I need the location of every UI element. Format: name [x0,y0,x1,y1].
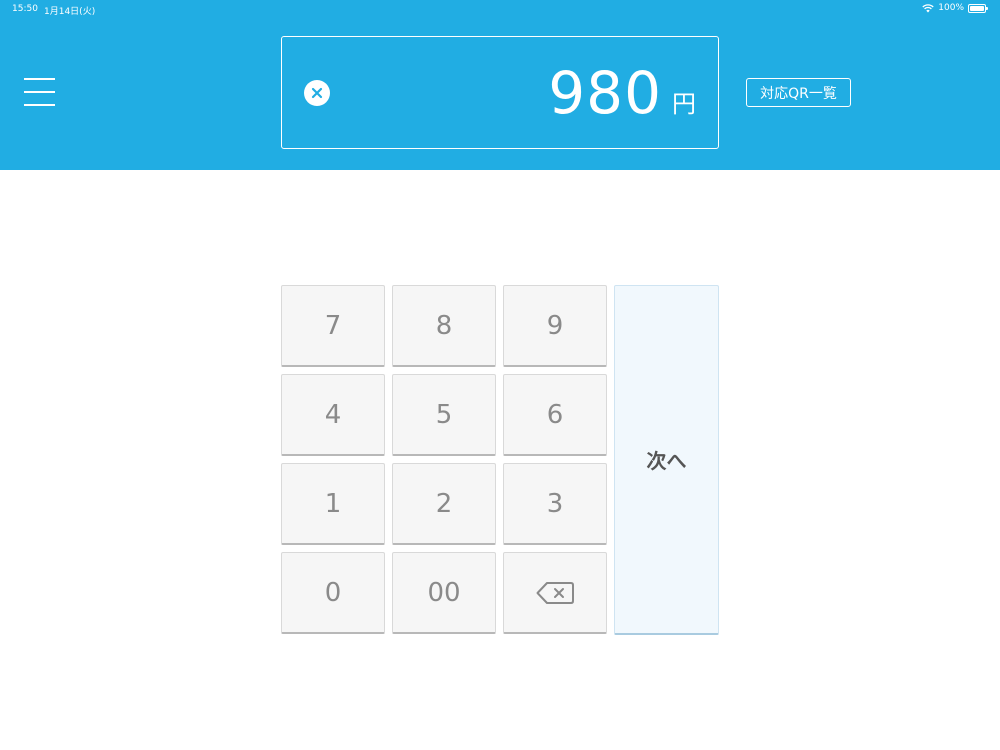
key-5[interactable]: 5 [392,374,496,456]
key-4[interactable]: 4 [281,374,385,456]
key-3[interactable]: 3 [503,463,607,545]
status-date: 1月14日(火) [44,7,96,17]
supported-qr-list-button[interactable]: 対応QR一覧 [746,78,851,107]
battery-percent: 100% [938,3,964,13]
close-icon [311,87,323,99]
key-0[interactable]: 0 [281,552,385,634]
key-8[interactable]: 8 [392,285,496,367]
battery-icon [968,3,988,13]
backspace-icon [536,581,574,604]
status-time: 15:50 [12,4,38,14]
key-00[interactable]: 00 [392,552,496,634]
backspace-key[interactable] [503,552,607,634]
status-bar: 15:50 1月14日(火) 100% [0,0,1000,20]
key-7[interactable]: 7 [281,285,385,367]
amount-value: 980 [548,59,662,127]
key-9[interactable]: 9 [503,285,607,367]
key-2[interactable]: 2 [392,463,496,545]
clear-amount-button[interactable] [304,80,330,106]
status-indicators: 100% [922,3,988,13]
amount-display: 980 円 [281,36,719,149]
app-header: 15:50 1月14日(火) 100% 980 円 対応QR一覧 [0,0,1000,170]
numeric-keypad: 7 8 9 4 5 6 1 2 3 0 00 次へ [281,285,719,635]
hamburger-menu-icon[interactable] [24,78,55,106]
key-6[interactable]: 6 [503,374,607,456]
wifi-icon [922,3,934,12]
currency-unit: 円 [672,90,696,118]
next-button[interactable]: 次へ [614,285,719,635]
key-1[interactable]: 1 [281,463,385,545]
